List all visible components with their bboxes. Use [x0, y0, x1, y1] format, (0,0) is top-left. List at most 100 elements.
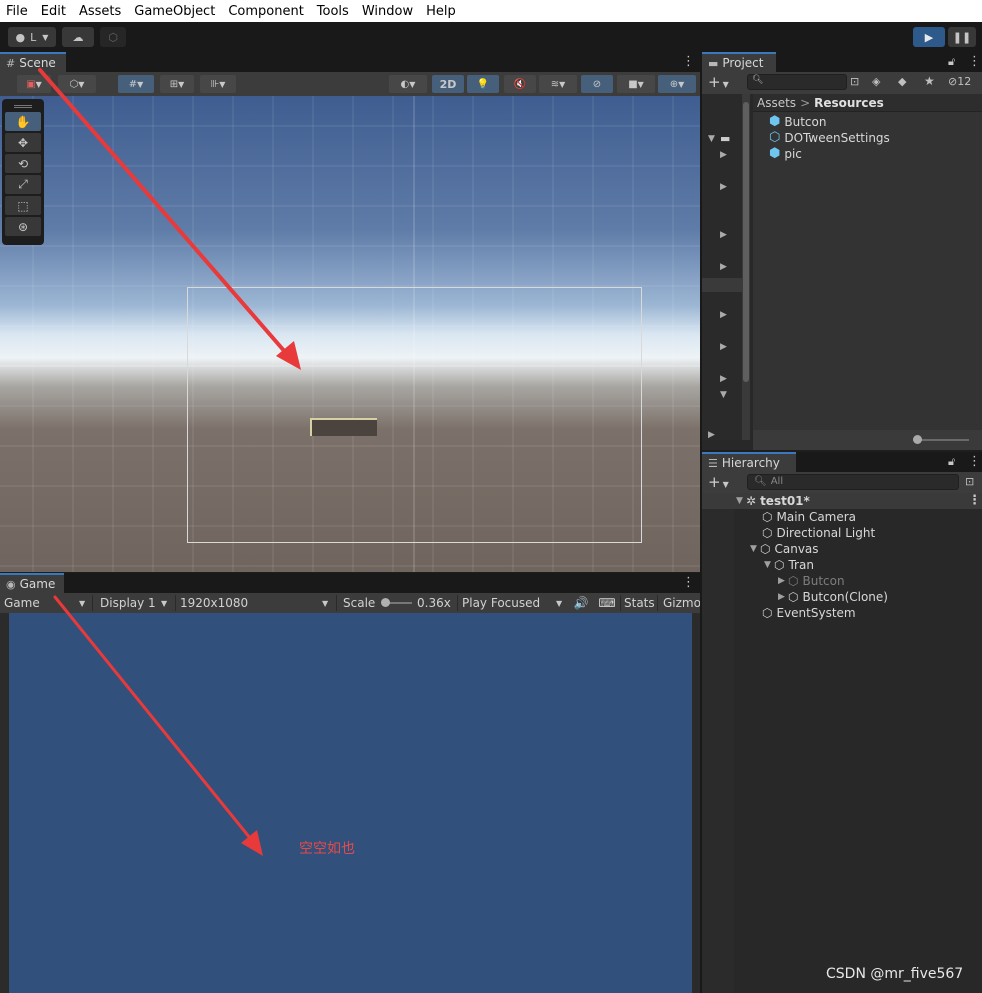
folder-expand-icon[interactable]: ▼ — [720, 390, 727, 400]
move-tool-button[interactable]: ✥ — [5, 133, 41, 152]
label-icon[interactable]: ◆ — [898, 75, 906, 88]
menu-window[interactable]: Window — [362, 4, 413, 19]
gizmos-dropdown[interactable]: ⊕ ▼ — [658, 75, 696, 93]
hierarchy-item-canvas[interactable]: ▼ ⬡ Canvas — [702, 541, 982, 557]
hierarchy-item-directional-light[interactable]: ⬡ Directional Light — [702, 525, 982, 541]
scrollbar-thumb[interactable] — [743, 102, 749, 382]
kebab-menu-icon[interactable]: ⋮ — [682, 54, 695, 69]
selected-folder-row[interactable] — [702, 278, 742, 292]
transform-tool-button[interactable]: ⊛ — [5, 217, 41, 236]
chevron-right-icon[interactable]: ▶ — [720, 230, 727, 240]
search-by-type-icon[interactable]: ⊡ — [850, 75, 859, 88]
empty-annotation-text: 空空如也 — [299, 841, 355, 857]
project-search-input[interactable]: 🔍︎ — [747, 74, 847, 90]
lock-icon[interactable]: 🔓︎ — [948, 455, 955, 469]
collapse-icon[interactable]: ▼ — [750, 544, 760, 554]
grid-snap-dropdown[interactable]: # ▼ — [118, 75, 154, 93]
hierarchy-item-main-camera[interactable]: ⬡ Main Camera — [702, 509, 982, 525]
menu-assets[interactable]: Assets — [79, 4, 121, 19]
pause-button[interactable]: ❚❚ — [948, 27, 976, 47]
effects-dropdown[interactable]: ≋ ▼ — [539, 75, 577, 93]
ruler-dropdown[interactable]: ⊪ ▼ — [200, 75, 236, 93]
cloud-button[interactable]: ☁ — [62, 27, 94, 47]
view-mode-dropdown[interactable]: Game ▼ — [4, 593, 88, 613]
menu-tools[interactable]: Tools — [317, 4, 349, 19]
stats-toggle[interactable]: Stats — [624, 593, 655, 613]
lock-icon[interactable]: 🔓︎ — [948, 55, 955, 69]
gamepad-icon: ◉ — [6, 577, 16, 591]
chevron-right-icon[interactable]: ▶ — [720, 182, 727, 192]
scene-viewport[interactable] — [0, 96, 700, 572]
scene-button-object[interactable] — [310, 418, 377, 436]
search-mode-icon[interactable]: ⊡ — [965, 475, 974, 488]
chevron-right-icon[interactable]: ▶ — [720, 150, 727, 160]
tab-game[interactable]: ◉ Game — [0, 573, 64, 593]
play-button[interactable]: ▶ — [913, 27, 945, 47]
chevron-right-icon[interactable]: ▶ — [720, 342, 727, 352]
expand-icon[interactable]: ▶ — [778, 576, 788, 586]
audio-toggle[interactable]: 🔇 — [504, 75, 536, 93]
collapse-icon[interactable]: ▼ — [736, 496, 746, 506]
keyboard-shortcuts-toggle[interactable]: ⌨ — [597, 593, 617, 613]
icon-size-slider-handle[interactable] — [913, 435, 922, 444]
hand-tool-button[interactable]: ✋ — [5, 112, 41, 131]
chevron-right-icon[interactable]: ▶ — [720, 262, 727, 272]
breadcrumb-resources[interactable]: Resources — [814, 96, 884, 110]
collapse-icon[interactable]: ▼ — [764, 560, 774, 570]
render-mode-dropdown[interactable]: ◐ ▼ — [389, 75, 427, 93]
gizmos-toggle[interactable]: Gizmo — [663, 593, 701, 613]
expand-icon[interactable]: ▶ — [778, 592, 788, 602]
create-button[interactable]: + ▼ — [708, 73, 729, 91]
rect-tool-button[interactable]: ⬚ — [5, 196, 41, 215]
account-button[interactable]: ● L ▼ — [8, 27, 56, 47]
lighting-toggle[interactable]: 💡 — [467, 75, 499, 93]
scale-tool-button[interactable]: ⤢ — [5, 175, 41, 194]
menu-edit[interactable]: Edit — [41, 4, 66, 19]
chevron-right-icon[interactable]: ▶ — [720, 374, 727, 384]
folder-expand-icon[interactable]: ▼ — [708, 134, 715, 144]
menu-gameobject[interactable]: GameObject — [134, 4, 215, 19]
draw-mode-dropdown[interactable]: ▣ ▼ — [17, 75, 51, 93]
create-button[interactable]: + ▼ — [708, 473, 729, 491]
increment-snap-dropdown[interactable]: ⊞ ▼ — [160, 75, 194, 93]
scene-visibility-toggle[interactable]: ⊘ — [581, 75, 613, 93]
hierarchy-item-butcon-clone[interactable]: ▶ ⬡ Butcon(Clone) — [702, 589, 982, 605]
filter-type-icon[interactable]: ◈ — [872, 75, 880, 88]
folder-tree-scrollbar[interactable] — [742, 94, 750, 440]
hierarchy-item-butcon[interactable]: ▶ ⬡ Butcon — [702, 573, 982, 589]
asset-item[interactable]: ⬢ Butcon — [769, 114, 826, 129]
menu-help[interactable]: Help — [426, 4, 456, 19]
shading-dropdown[interactable]: ⬡ ▼ — [58, 75, 96, 93]
favorite-star-icon[interactable]: ★ — [924, 74, 935, 88]
display-dropdown[interactable]: Display 1 ▼ — [100, 593, 174, 613]
toggle-2d-button[interactable]: 2D — [432, 75, 464, 93]
rotate-tool-button[interactable]: ⟲ — [5, 154, 41, 173]
asset-item[interactable]: ⬡ DOTweenSettings — [769, 130, 890, 145]
kebab-menu-icon[interactable]: ⋮ — [968, 54, 981, 69]
chevron-right-icon[interactable]: ▶ — [708, 430, 715, 440]
scale-slider[interactable] — [380, 593, 412, 613]
hierarchy-item-tran[interactable]: ▼ ⬡ Tran — [702, 557, 982, 573]
menu-component[interactable]: Component — [228, 4, 303, 19]
chevron-right-icon[interactable]: ▶ — [720, 310, 727, 320]
kebab-menu-icon[interactable]: ⋮ — [968, 493, 981, 508]
play-mode-dropdown[interactable]: Play Focused ▼ — [462, 593, 566, 613]
collab-button[interactable]: ⬡ — [100, 27, 126, 47]
kebab-menu-icon[interactable]: ⋮ — [682, 575, 695, 590]
asset-item[interactable]: ⬢ pic — [769, 146, 802, 161]
overlay-grip[interactable] — [5, 102, 41, 110]
tab-hierarchy[interactable]: ☰ Hierarchy — [702, 452, 796, 472]
mute-audio-toggle[interactable]: 🔊 — [572, 593, 590, 613]
kebab-menu-icon[interactable]: ⋮ — [968, 454, 981, 469]
resolution-dropdown[interactable]: 1920x1080 ▼ — [180, 593, 332, 613]
hierarchy-scene-row[interactable]: ▼ ✲ test01* ⋮ — [702, 493, 982, 509]
menu-file[interactable]: File — [6, 4, 28, 19]
hierarchy-item-event-system[interactable]: ⬡ EventSystem — [702, 605, 982, 621]
tab-scene[interactable]: # Scene — [0, 52, 66, 72]
hidden-packages-toggle[interactable]: ⊘12 — [948, 75, 971, 88]
hierarchy-search-input[interactable]: 🔍︎ All — [747, 474, 959, 490]
game-viewport[interactable] — [9, 613, 692, 993]
camera-dropdown[interactable]: ■ ▼ — [617, 75, 655, 93]
breadcrumb-assets[interactable]: Assets — [757, 96, 796, 110]
tab-project[interactable]: ▬ Project — [702, 52, 776, 72]
